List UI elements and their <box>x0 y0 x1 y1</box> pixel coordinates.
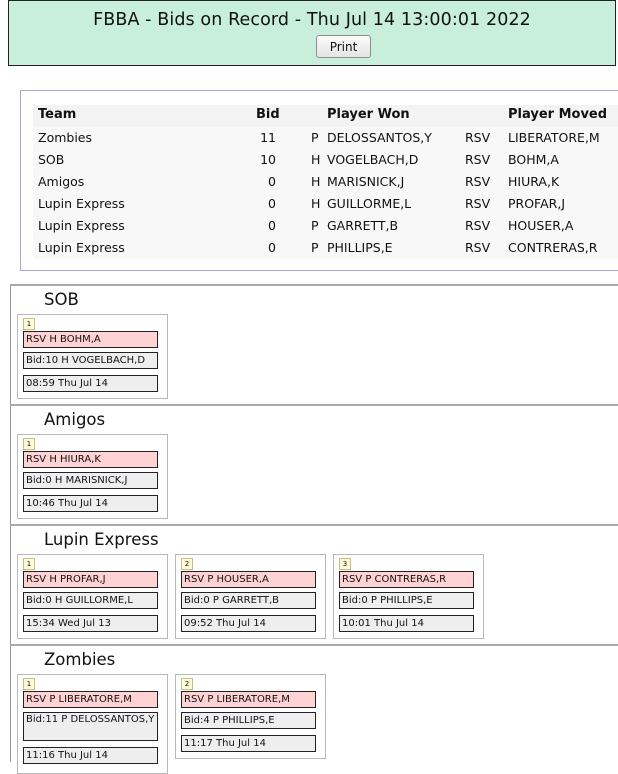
player-moved-cell: BOHM,A <box>508 152 559 167</box>
header-player-won: Player Won <box>327 107 410 122</box>
table-row: Lupin Express 0 P PHILLIPS,E RSV CONTRER… <box>33 237 618 259</box>
table-row: Amigos 0 H MARISNICK,J RSV HIURA,K <box>33 171 618 193</box>
card-number: 1 <box>23 318 35 330</box>
time-field: 09:52 Thu Jul 14 <box>181 615 316 632</box>
bid-card: 1 RSV H HIURA,K Bid:0 H MARISNICK,J 10:4… <box>17 434 168 519</box>
team-cell: Lupin Express <box>38 240 125 255</box>
player-moved-cell: LIBERATORE,M <box>508 130 600 145</box>
player-moved-field: RSV P LIBERATORE,M <box>181 691 316 708</box>
bid-card: 1 RSV H PROFAR,J Bid:0 H GUILLORME,L 15:… <box>17 554 168 639</box>
bid-field: Bid:0 H MARISNICK,J <box>23 472 158 489</box>
bid-field: Bid:0 H GUILLORME,L <box>23 592 158 609</box>
header-player-moved: Player Moved <box>508 107 608 122</box>
bid-field: Bid:0 P PHILLIPS,E <box>339 592 474 609</box>
team-section-sob: SOB 1 RSV H BOHM,A Bid:10 H VOGELBACH,D … <box>10 284 618 404</box>
team-cell: Lupin Express <box>38 196 125 211</box>
position-cell: P <box>311 240 319 255</box>
bid-field: Bid:0 P GARRETT,B <box>181 592 316 609</box>
status-cell: RSV <box>465 196 491 211</box>
team-cell: SOB <box>38 152 65 167</box>
card-number: 2 <box>181 558 193 570</box>
position-cell: H <box>311 174 321 189</box>
header-bid: Bid <box>256 107 280 122</box>
team-cell: Lupin Express <box>38 218 125 233</box>
team-title: Lupin Express <box>44 530 159 549</box>
bid-card: 1 RSV H BOHM,A Bid:10 H VOGELBACH,D 08:5… <box>17 314 168 399</box>
card-number: 1 <box>23 558 35 570</box>
bid-cell: 0 <box>268 240 276 255</box>
status-cell: RSV <box>465 152 491 167</box>
status-cell: RSV <box>465 174 491 189</box>
player-won-cell: MARISNICK,J <box>327 174 405 189</box>
bid-card: 1 RSV P LIBERATORE,M Bid:11 P DELOSSANTO… <box>17 674 168 774</box>
time-field: 08:59 Thu Jul 14 <box>23 375 158 392</box>
bid-card: 2 RSV P LIBERATORE,M Bid:4 P PHILLIPS,E … <box>175 674 326 759</box>
page-title: FBBA - Bids on Record - Thu Jul 14 13:00… <box>93 10 531 30</box>
table-row: Lupin Express 0 P GARRETT,B RSV HOUSER,A <box>33 215 618 237</box>
player-moved-field: RSV P HOUSER,A <box>181 571 316 588</box>
team-section-lupin-express: Lupin Express 1 RSV H PROFAR,J Bid:0 H G… <box>10 524 618 644</box>
bid-cell: 0 <box>268 218 276 233</box>
player-moved-field: RSV H BOHM,A <box>23 331 158 348</box>
player-won-cell: DELOSSANTOS,Y <box>327 130 432 145</box>
status-cell: RSV <box>465 240 491 255</box>
team-title: Zombies <box>44 650 116 669</box>
bid-cell: 0 <box>268 174 276 189</box>
status-cell: RSV <box>465 218 491 233</box>
card-number: 1 <box>23 678 35 690</box>
position-cell: H <box>311 196 321 211</box>
position-cell: H <box>311 152 321 167</box>
player-moved-cell: PROFAR,J <box>508 196 566 211</box>
player-moved-field: RSV H PROFAR,J <box>23 571 158 588</box>
player-moved-cell: HOUSER,A <box>508 218 574 233</box>
position-cell: P <box>311 130 319 145</box>
bid-field: Bid:4 P PHILLIPS,E <box>181 712 316 729</box>
player-won-cell: GUILLORME,L <box>327 196 412 211</box>
time-field: 15:34 Wed Jul 13 <box>23 615 158 632</box>
card-number: 1 <box>23 438 35 450</box>
bid-cell: 0 <box>268 196 276 211</box>
bid-cell: 11 <box>260 130 276 145</box>
table-row: Lupin Express 0 H GUILLORME,L RSV PROFAR… <box>33 193 618 215</box>
player-moved-field: RSV P CONTRERAS,R <box>339 571 474 588</box>
player-won-cell: GARRETT,B <box>327 218 399 233</box>
status-cell: RSV <box>465 130 491 145</box>
player-moved-cell: HIURA,K <box>508 174 560 189</box>
bid-field: Bid:11 P DELOSSANTOS,Y <box>23 712 158 741</box>
time-field: 10:46 Thu Jul 14 <box>23 495 158 512</box>
team-section-amigos: Amigos 1 RSV H HIURA,K Bid:0 H MARISNICK… <box>10 404 618 524</box>
player-moved-field: RSV P LIBERATORE,M <box>23 691 158 708</box>
print-button[interactable]: Print <box>316 35 371 58</box>
card-number: 2 <box>181 678 193 690</box>
table-row: Zombies 11 P DELOSSANTOS,Y RSV LIBERATOR… <box>33 127 618 149</box>
header-team: Team <box>38 107 77 122</box>
time-field: 11:17 Thu Jul 14 <box>181 735 316 752</box>
page-header: FBBA - Bids on Record - Thu Jul 14 13:00… <box>8 0 616 66</box>
team-title: SOB <box>44 290 79 309</box>
time-field: 11:16 Thu Jul 14 <box>23 747 158 764</box>
table-row: SOB 10 H VOGELBACH,D RSV BOHM,A <box>33 149 618 171</box>
player-won-cell: VOGELBACH,D <box>327 152 419 167</box>
card-number: 3 <box>339 558 351 570</box>
bid-cell: 10 <box>260 152 276 167</box>
team-title: Amigos <box>44 410 106 429</box>
player-won-cell: PHILLIPS,E <box>327 240 393 255</box>
bid-card: 2 RSV P HOUSER,A Bid:0 P GARRETT,B 09:52… <box>175 554 326 639</box>
table-header: Team Bid Player Won Player Moved <box>33 105 618 128</box>
player-moved-cell: CONTRERAS,R <box>508 240 598 255</box>
player-moved-field: RSV H HIURA,K <box>23 451 158 468</box>
time-field: 10:01 Thu Jul 14 <box>339 615 474 632</box>
position-cell: P <box>311 218 319 233</box>
team-cell: Amigos <box>38 174 85 189</box>
team-cell: Zombies <box>38 130 92 145</box>
bids-table: Team Bid Player Won Player Moved Zombies… <box>20 90 618 271</box>
team-section-zombies: Zombies 1 RSV P LIBERATORE,M Bid:11 P DE… <box>10 644 618 774</box>
bid-card: 3 RSV P CONTRERAS,R Bid:0 P PHILLIPS,E 1… <box>333 554 484 639</box>
bid-field: Bid:10 H VOGELBACH,D <box>23 352 158 369</box>
